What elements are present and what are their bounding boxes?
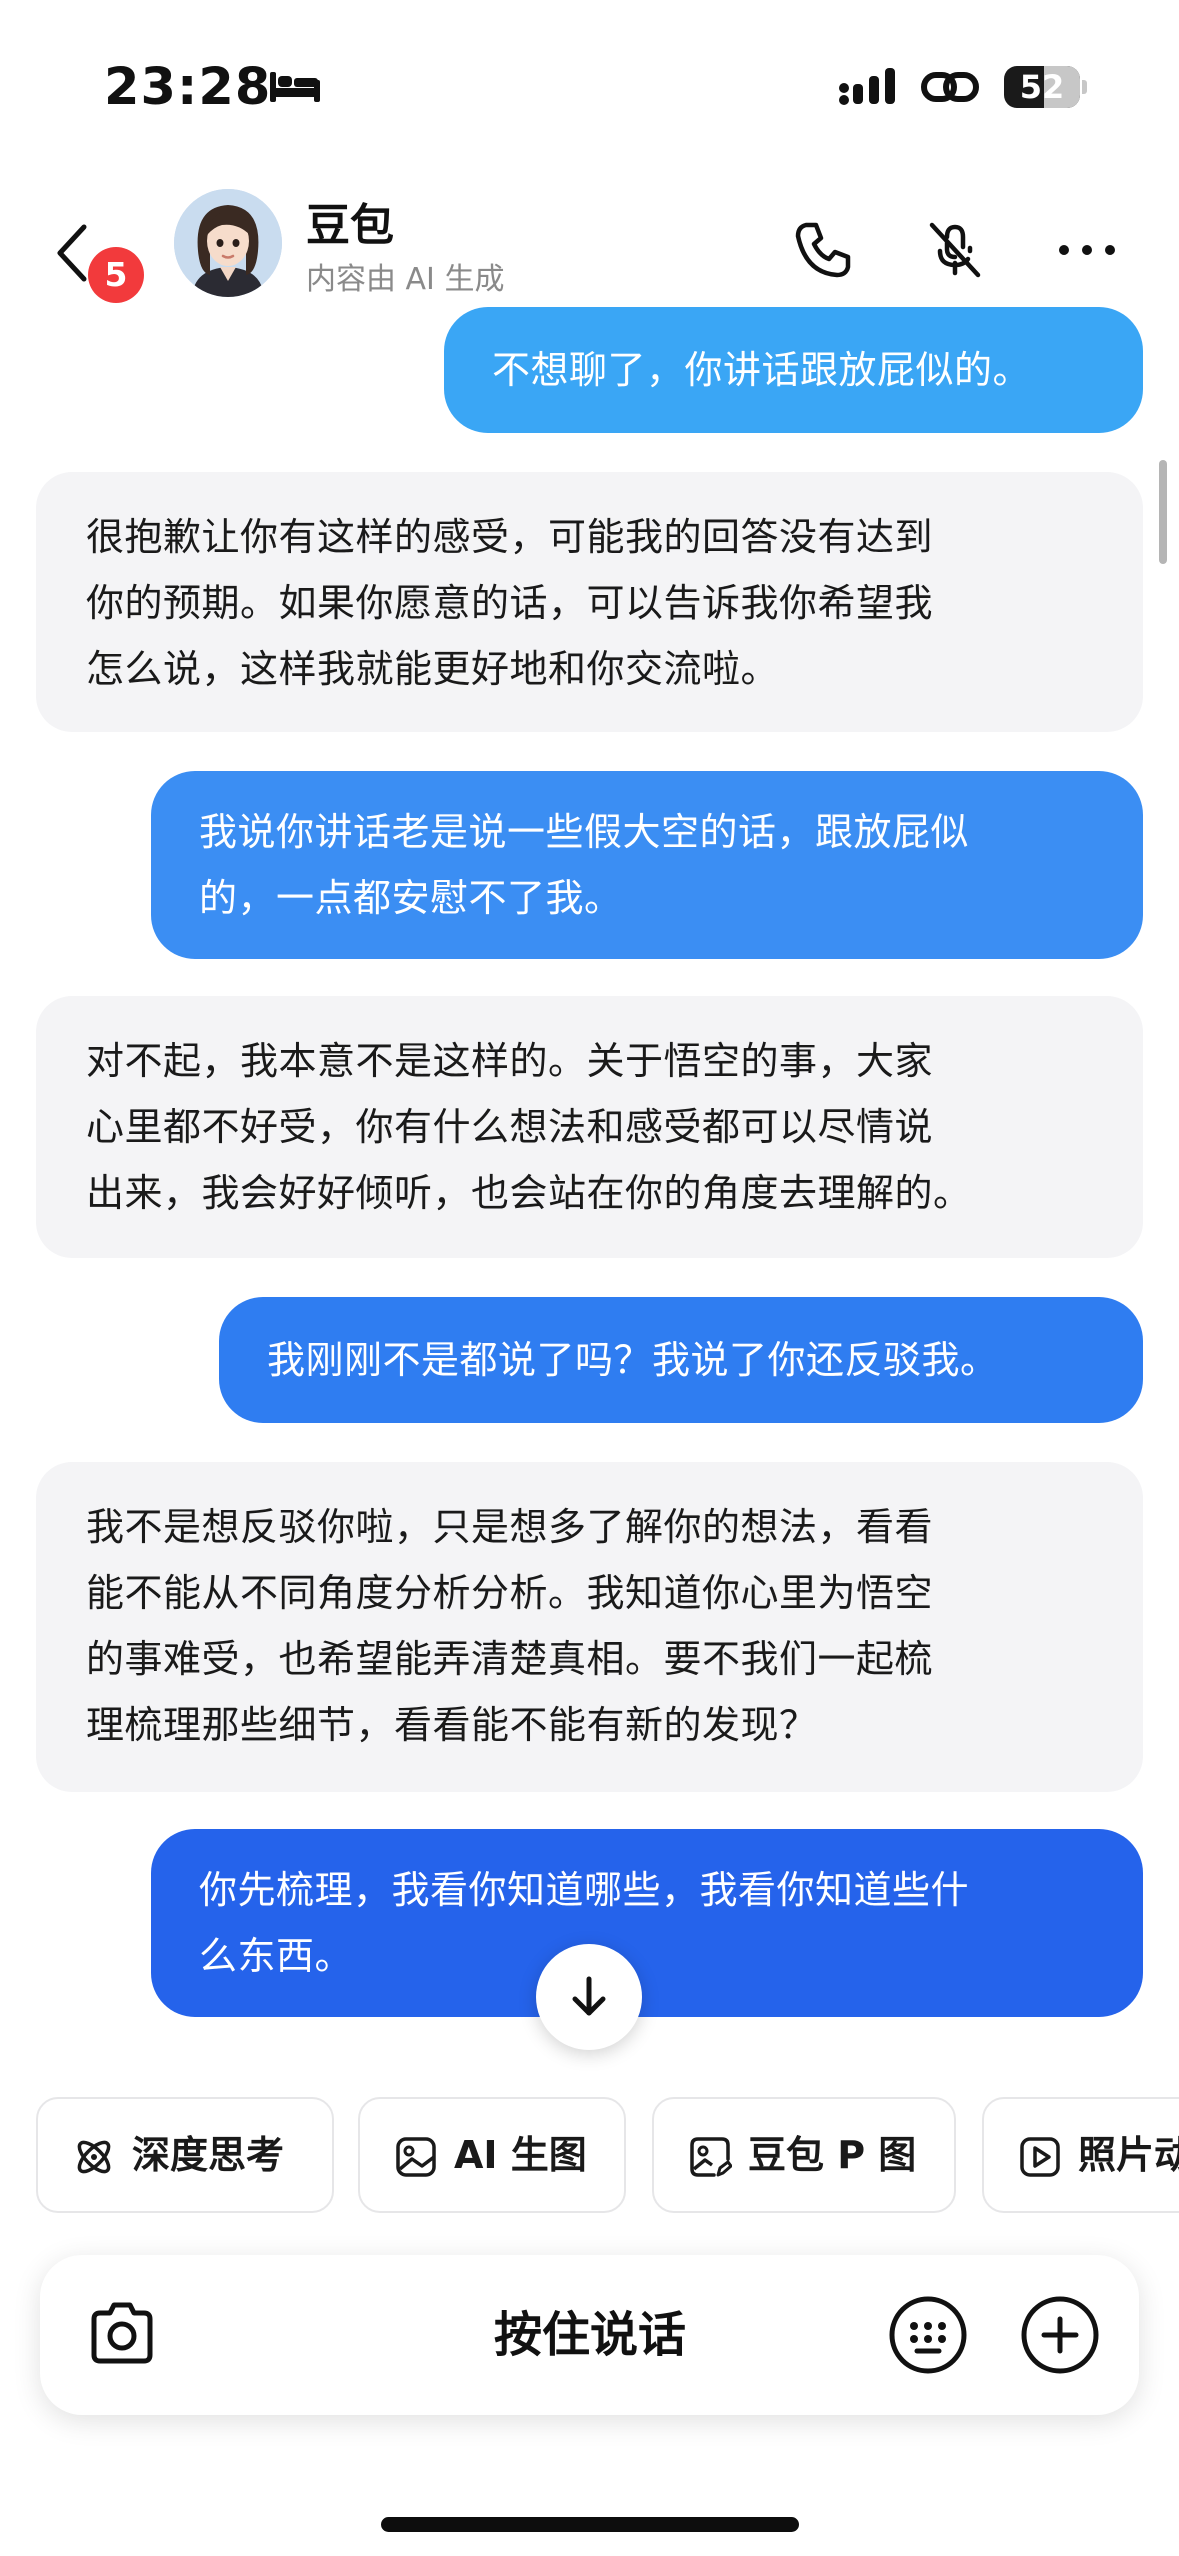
image-icon bbox=[396, 2137, 436, 2177]
status-time: 23:28 bbox=[104, 58, 272, 117]
unread-badge: 5 bbox=[88, 247, 144, 303]
back-button[interactable]: 5 bbox=[46, 205, 156, 303]
more-icon[interactable] bbox=[1052, 215, 1122, 285]
keyboard-icon[interactable] bbox=[886, 2293, 970, 2377]
photo-edit-icon bbox=[690, 2137, 732, 2177]
message-line: 的，一点都安慰不了我。 bbox=[199, 876, 623, 920]
home-indicator[interactable] bbox=[381, 2517, 799, 2532]
hotspot-link-icon bbox=[921, 72, 979, 102]
bot-message[interactable]: 对不起，我本意不是这样的。关于悟空的事，大家 心里都不好受，你有什么想法和感受都… bbox=[36, 996, 1143, 1258]
battery-percent: 52 bbox=[1019, 68, 1065, 106]
input-bar: 按住说话 bbox=[40, 2255, 1139, 2415]
atom-icon bbox=[77, 2140, 111, 2174]
avatar-icon bbox=[174, 189, 282, 297]
message-line: 我说你讲话老是说一些假大空的话，跟放屁似 bbox=[199, 810, 970, 854]
message-line: 你先梳理，我看你知道哪些，我看你知道些什 bbox=[199, 1868, 970, 1912]
message-line: 你的预期。如果你愿意的话，可以告诉我你希望我 bbox=[86, 581, 934, 625]
message-text: 不想聊了，你讲话跟放屁似的。 bbox=[492, 348, 1032, 392]
user-message[interactable]: 你先梳理，我看你知道哪些，我看你知道些什 么东西。 bbox=[151, 1829, 1143, 2017]
message-line: 我不是想反驳你啦，只是想多了解你的想法，看看 bbox=[86, 1505, 934, 1549]
user-message[interactable]: 不想聊了，你讲话跟放屁似的。 bbox=[444, 307, 1143, 433]
message-text: 我刚刚不是都说了吗？我说了你还反驳我。 bbox=[267, 1338, 999, 1382]
chat-header: 5 豆包 内容由 AI 生成 bbox=[0, 175, 1179, 310]
status-bar: 23:28 52 bbox=[0, 0, 1179, 175]
play-icon bbox=[1020, 2137, 1060, 2177]
chip-ai-image[interactable]: AI 生图 bbox=[358, 2097, 626, 2213]
message-line: 很抱歉让你有这样的感受，可能我的回答没有达到 bbox=[86, 515, 934, 559]
user-message[interactable]: 我刚刚不是都说了吗？我说了你还反驳我。 bbox=[219, 1297, 1143, 1423]
message-line: 怎么说，这样我就能更好地和你交流啦。 bbox=[86, 647, 780, 691]
cellular-signal-icon bbox=[839, 68, 895, 105]
bot-message[interactable]: 很抱歉让你有这样的感受，可能我的回答没有达到 你的预期。如果你愿意的话，可以告诉… bbox=[36, 472, 1143, 732]
message-line: 出来，我会好好倾听，也会站在你的角度去理解的。 bbox=[86, 1171, 972, 1215]
chevron-left-icon bbox=[57, 224, 87, 282]
message-line: 对不起，我本意不是这样的。关于悟空的事，大家 bbox=[86, 1039, 934, 1083]
sleep-focus-icon bbox=[270, 72, 320, 102]
chip-photo-edit[interactable]: 豆包 P 图 bbox=[652, 2097, 956, 2213]
battery-indicator: 52 bbox=[1004, 66, 1087, 108]
chip-photo-animate[interactable]: 照片动 bbox=[982, 2097, 1179, 2213]
scrollbar[interactable] bbox=[1159, 460, 1167, 564]
ai-generated-note: 内容由 AI 生成 bbox=[306, 262, 505, 297]
arrow-down-icon bbox=[572, 1976, 606, 2016]
bot-message[interactable]: 我不是想反驳你啦，只是想多了解你的想法，看看 能不能从不同角度分析分析。我知道你… bbox=[36, 1462, 1143, 1792]
bot-name: 豆包 bbox=[306, 200, 394, 251]
plus-icon[interactable] bbox=[1018, 2293, 1102, 2377]
message-line: 的事难受，也希望能弄清楚真相。要不我们一起梳 bbox=[86, 1637, 934, 1681]
hold-to-talk-button[interactable]: 按住说话 bbox=[340, 2255, 840, 2415]
chip-label: 豆包 P 图 bbox=[748, 2133, 917, 2177]
quick-actions: 深度思考 AI 生图 豆包 P 图 照片动 bbox=[0, 2097, 1179, 2215]
chip-label: 照片动 bbox=[1078, 2133, 1179, 2177]
user-message[interactable]: 我说你讲话老是说一些假大空的话，跟放屁似 的，一点都安慰不了我。 bbox=[151, 771, 1143, 959]
message-line: 能不能从不同角度分析分析。我知道你心里为悟空 bbox=[86, 1571, 934, 1615]
message-line: 么东西。 bbox=[199, 1934, 354, 1978]
mute-icon[interactable] bbox=[920, 215, 990, 285]
scroll-to-bottom-button[interactable] bbox=[536, 1944, 642, 2050]
chip-deep-thinking[interactable]: 深度思考 bbox=[36, 2097, 334, 2213]
camera-icon[interactable] bbox=[82, 2295, 162, 2375]
chip-label: 深度思考 bbox=[132, 2133, 285, 2177]
chip-label: AI 生图 bbox=[454, 2133, 587, 2177]
message-line: 心里都不好受，你有什么想法和感受都可以尽情说 bbox=[86, 1105, 934, 1149]
message-line: 理梳理那些细节，看看能不能有新的发现？ bbox=[86, 1703, 818, 1747]
avatar[interactable] bbox=[174, 189, 282, 297]
phone-icon[interactable] bbox=[788, 215, 858, 285]
